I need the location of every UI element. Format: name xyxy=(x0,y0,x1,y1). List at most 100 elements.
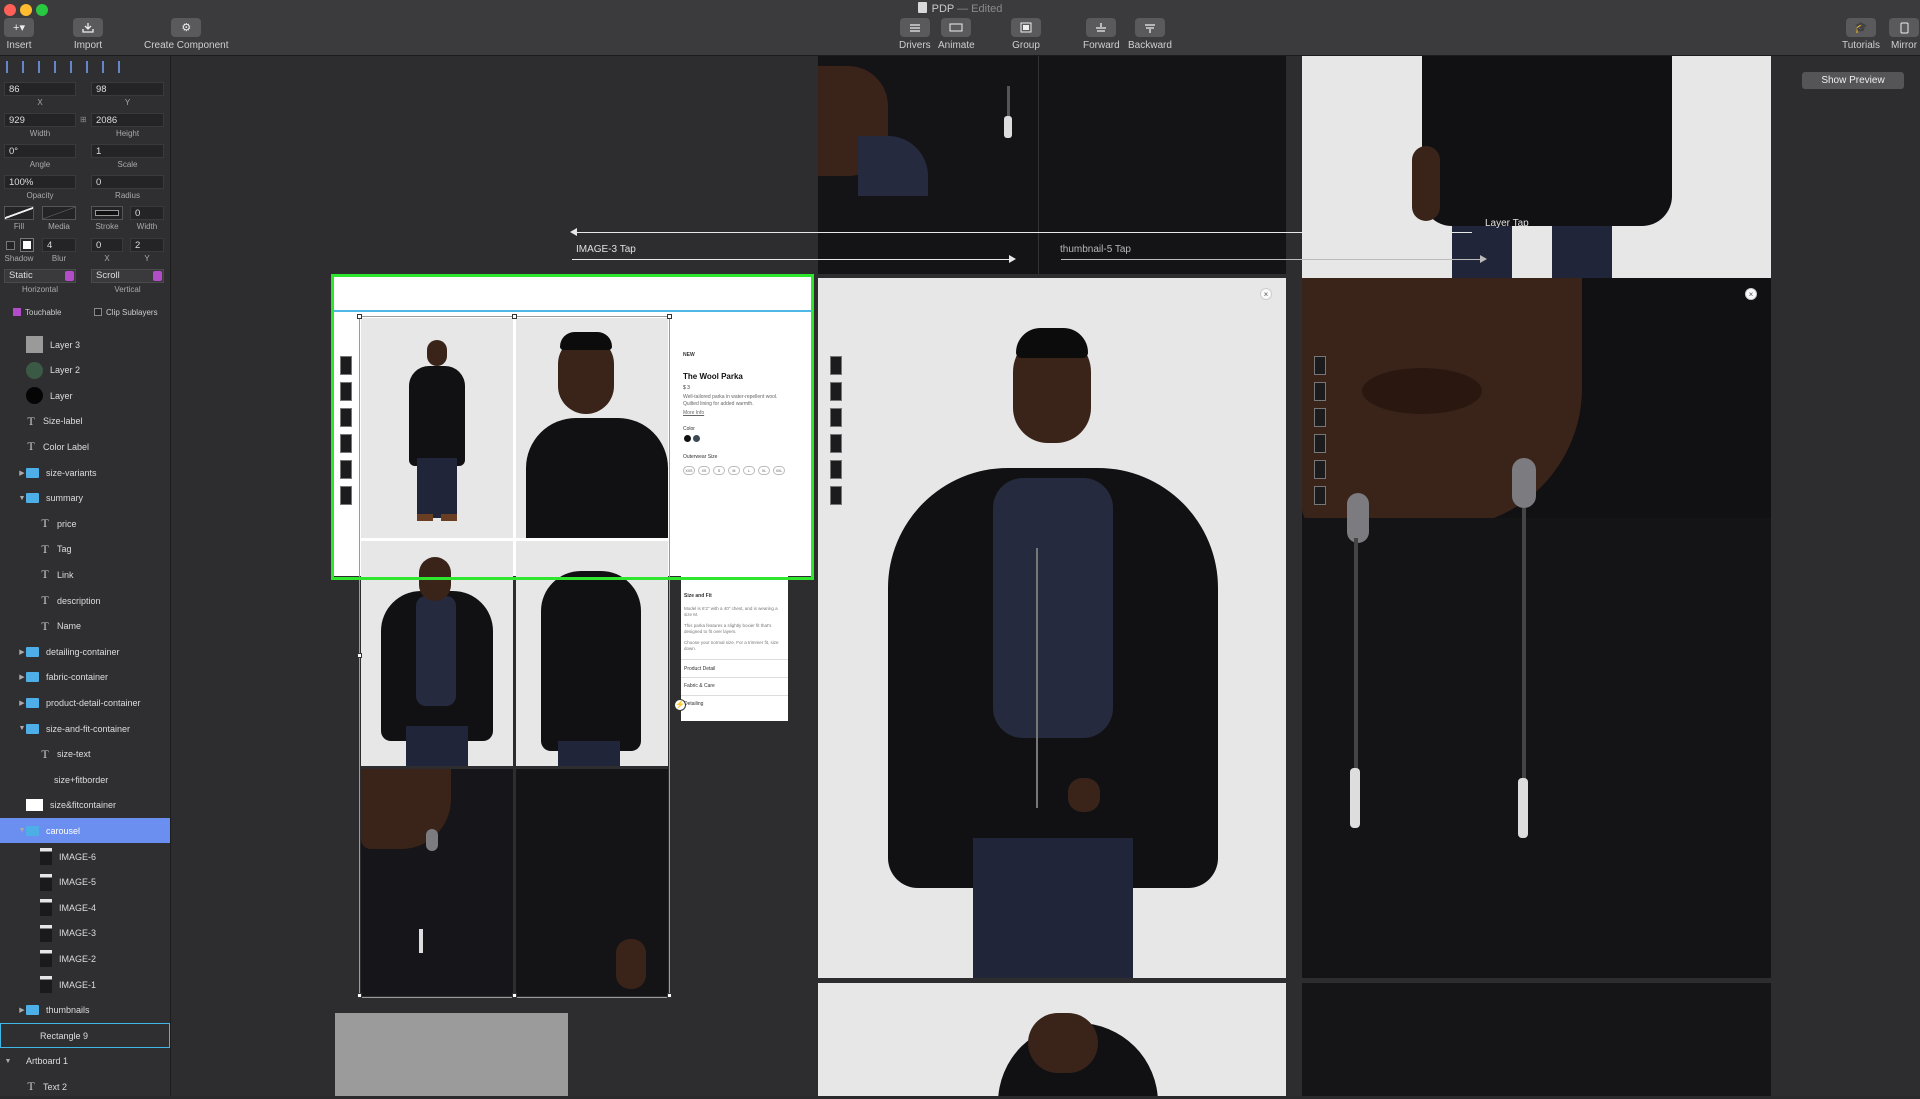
radius-field[interactable]: 0 xyxy=(91,175,164,189)
insert-button[interactable]: +▾ Insert xyxy=(4,18,34,51)
align-top-icon[interactable] xyxy=(54,61,66,73)
layer-row[interactable]: ▶ product-detail-container xyxy=(0,690,170,715)
top-photo-left[interactable] xyxy=(818,56,1286,274)
close-icon[interactable]: × xyxy=(1260,288,1272,300)
shadow-checkbox[interactable] xyxy=(6,241,15,250)
fill-swatch[interactable] xyxy=(4,206,34,220)
layer-row[interactable]: size&fitcontainer xyxy=(0,793,170,818)
layer-row[interactable]: ▼ Artboard 1 xyxy=(0,1049,170,1074)
stroke-width-field[interactable]: 0 xyxy=(130,206,164,220)
animate-button[interactable]: Animate xyxy=(938,18,975,51)
resize-handle[interactable] xyxy=(357,993,362,998)
disclosure-closed-icon[interactable]: ▶ xyxy=(18,1006,26,1014)
layer-row[interactable]: ▼ size-and-fit-container xyxy=(0,716,170,741)
layer-row[interactable]: IMAGE-1 xyxy=(0,972,170,997)
disclosure-closed-icon[interactable]: ▶ xyxy=(18,699,26,707)
close-icon[interactable]: × xyxy=(1745,288,1757,300)
oval-layer-icon xyxy=(26,387,43,405)
layer-row[interactable]: T Link xyxy=(0,562,170,587)
closeup-photo[interactable]: × xyxy=(1302,278,1771,978)
layer-row[interactable]: ▶ thumbnails xyxy=(0,998,170,1023)
middle-photo[interactable]: × xyxy=(818,278,1286,978)
align-left-icon[interactable] xyxy=(6,61,18,73)
bottom-photo-left[interactable] xyxy=(818,983,1286,1096)
blur-field[interactable]: 4 xyxy=(42,238,76,252)
layer-row[interactable]: T Size-label xyxy=(0,409,170,434)
layer-row[interactable]: ▶ size-variants xyxy=(0,460,170,485)
distribute-v-icon[interactable] xyxy=(118,61,130,73)
x-field[interactable]: 86 xyxy=(4,82,76,96)
create-component-button[interactable]: ⚙ Create Component xyxy=(144,18,229,51)
distribute-h-icon[interactable] xyxy=(102,61,114,73)
layer-row[interactable]: IMAGE-2 xyxy=(0,946,170,971)
layer-row[interactable]: IMAGE-4 xyxy=(0,895,170,920)
disclosure-closed-icon[interactable]: ▶ xyxy=(18,648,26,656)
height-field[interactable]: 2086 xyxy=(91,113,164,127)
layer-row[interactable]: Tsize-text xyxy=(0,742,170,767)
layer-row[interactable]: IMAGE-6 xyxy=(0,844,170,869)
layer-row[interactable]: Tprice xyxy=(0,511,170,536)
section-product-detail[interactable]: Product Detail xyxy=(684,666,715,672)
section-detailing[interactable]: Detailing xyxy=(684,701,703,707)
vertical-select[interactable]: Scroll xyxy=(91,269,164,283)
align-right-icon[interactable] xyxy=(38,61,50,73)
top-photo-right[interactable] xyxy=(1302,56,1771,278)
disclosure-open-icon[interactable]: ▼ xyxy=(4,1058,12,1065)
layer-row[interactable]: size+fitborder xyxy=(0,767,170,792)
lightning-icon[interactable]: ⚡ xyxy=(674,699,686,711)
backward-button[interactable]: Backward xyxy=(1128,18,1172,51)
forward-button[interactable]: Forward xyxy=(1083,18,1120,51)
width-field[interactable]: 929 xyxy=(4,113,76,127)
import-button[interactable]: Import xyxy=(73,18,103,51)
layer-row[interactable]: T Color Label xyxy=(0,434,170,459)
layer-row[interactable]: ▶ fabric-container xyxy=(0,665,170,690)
disclosure-closed-icon[interactable]: ▶ xyxy=(18,673,26,681)
resize-handle[interactable] xyxy=(357,653,362,658)
align-bottom-icon[interactable] xyxy=(86,61,98,73)
layer-row[interactable]: IMAGE-5 xyxy=(0,870,170,895)
scale-field[interactable]: 1 xyxy=(91,144,164,158)
media-swatch[interactable] xyxy=(42,206,76,220)
tutorials-button[interactable]: 🎓 Tutorials xyxy=(1842,18,1880,51)
shadow-y-field[interactable]: 2 xyxy=(130,238,164,252)
layer-row[interactable]: T Name xyxy=(0,614,170,639)
layer-row[interactable]: Rectangle 9 xyxy=(0,1023,170,1049)
disclosure-closed-icon[interactable]: ▶ xyxy=(18,469,26,477)
y-field[interactable]: 98 xyxy=(91,82,164,96)
drivers-button[interactable]: Drivers xyxy=(899,18,931,51)
stroke-swatch[interactable] xyxy=(91,206,123,220)
layer-row[interactable]: T Text 2 xyxy=(0,1074,170,1099)
layer-row[interactable]: Layer 2 xyxy=(0,358,170,383)
layer-row[interactable]: ▼ carousel xyxy=(0,818,170,844)
x-label: X xyxy=(37,98,43,107)
rectangle-9[interactable] xyxy=(335,1013,568,1096)
mirror-button[interactable]: Mirror xyxy=(1889,18,1919,51)
clip-sublayers-checkbox[interactable]: Clip Sublayers xyxy=(94,308,158,317)
layer-row[interactable]: ▼ summary xyxy=(0,486,170,511)
shadow-x-field[interactable]: 0 xyxy=(91,238,123,252)
disclosure-open-icon[interactable]: ▼ xyxy=(18,495,26,502)
touchable-checkbox[interactable]: Touchable xyxy=(13,308,61,317)
section-fabric-care[interactable]: Fabric & Care xyxy=(684,683,715,689)
opacity-field[interactable]: 100% xyxy=(4,175,76,189)
show-preview-button[interactable]: Show Preview xyxy=(1802,72,1904,89)
layer-row[interactable]: Layer 3 xyxy=(0,332,170,357)
layer-row[interactable]: ▶ detailing-container xyxy=(0,639,170,664)
angle-field[interactable]: 0° xyxy=(4,144,76,158)
align-hcenter-icon[interactable] xyxy=(22,61,34,73)
group-button[interactable]: Group xyxy=(1011,18,1041,51)
resize-handle[interactable] xyxy=(667,993,672,998)
layer-row[interactable]: Layer xyxy=(0,383,170,408)
resize-handle[interactable] xyxy=(512,993,517,998)
bottom-photo-right[interactable] xyxy=(1302,983,1771,1096)
link-ratio-icon[interactable]: ⊞ xyxy=(80,115,87,124)
layer-row[interactable]: Tdescription xyxy=(0,588,170,613)
canvas[interactable]: Show Preview Layer Tap IMAGE-3 Tap thumb… xyxy=(171,56,1920,1096)
align-vcenter-icon[interactable] xyxy=(70,61,82,73)
horizontal-select[interactable]: Static xyxy=(4,269,76,283)
layer-row[interactable]: T Tag xyxy=(0,537,170,562)
shadow-color-swatch[interactable] xyxy=(20,238,34,252)
layer-row[interactable]: IMAGE-3 xyxy=(0,921,170,946)
disclosure-open-icon[interactable]: ▼ xyxy=(18,725,26,732)
disclosure-open-icon[interactable]: ▼ xyxy=(18,827,26,834)
